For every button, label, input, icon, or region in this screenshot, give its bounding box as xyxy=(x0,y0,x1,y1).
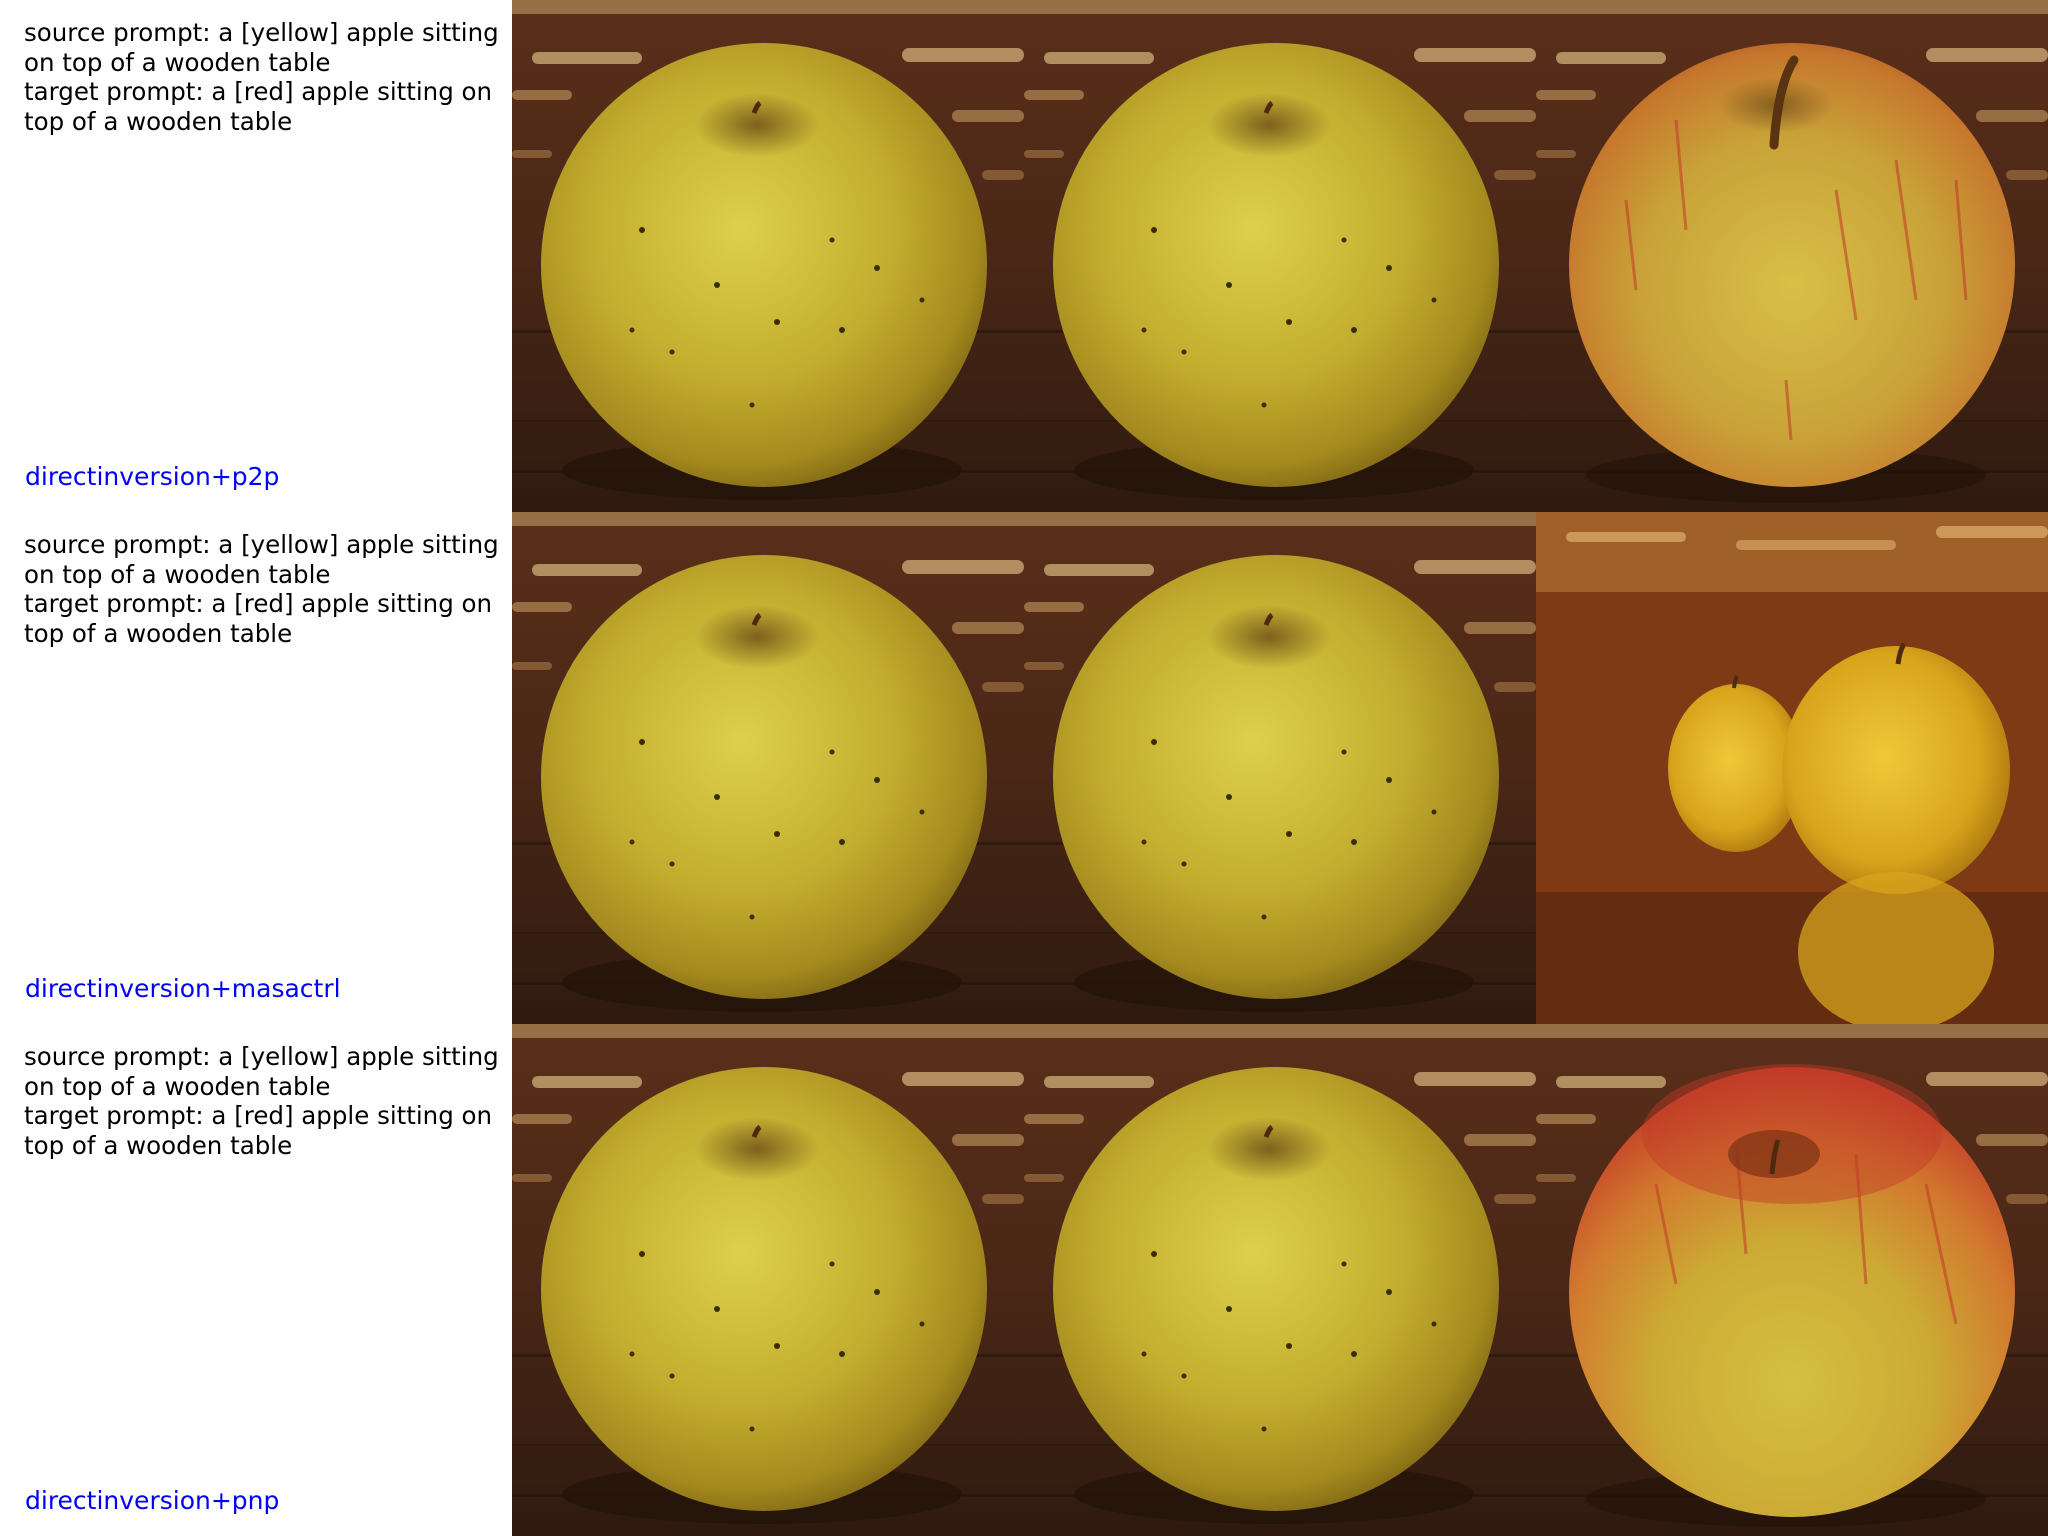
two-yellow-apples-photo xyxy=(1536,512,2048,1024)
row-label-panel: source prompt: a [yellow] apple sitting … xyxy=(0,1024,512,1536)
yellow-apple-photo xyxy=(512,1024,1024,1536)
edited-image-tile xyxy=(1536,0,2048,512)
red-apple-photo xyxy=(1536,1024,2048,1536)
source-prompt: source prompt: a [yellow] apple sitting … xyxy=(24,1042,499,1101)
row-label-panel: source prompt: a [yellow] apple sitting … xyxy=(0,0,512,512)
source-prompt: source prompt: a [yellow] apple sitting … xyxy=(24,18,499,77)
red-streaked-apple-photo xyxy=(1536,0,2048,512)
target-prompt: target prompt: a [red] apple sitting on … xyxy=(24,77,493,136)
source-image-tile xyxy=(512,512,1024,1024)
edited-image-tile xyxy=(1536,1024,2048,1536)
target-prompt: target prompt: a [red] apple sitting on … xyxy=(24,589,493,648)
method-label: directinversion+pnp xyxy=(25,1486,280,1515)
prompt-block: source prompt: a [yellow] apple sitting … xyxy=(24,18,514,136)
inverted-image-tile xyxy=(1024,512,1536,1024)
result-row-masactrl: source prompt: a [yellow] apple sitting … xyxy=(0,512,2048,1024)
yellow-apple-photo xyxy=(512,512,1024,1024)
prompt-block: source prompt: a [yellow] apple sitting … xyxy=(24,1042,514,1160)
edited-image-tile xyxy=(1536,512,2048,1024)
yellow-apple-photo xyxy=(512,0,1024,512)
result-row-p2p: source prompt: a [yellow] apple sitting … xyxy=(0,0,2048,512)
row-label-panel: source prompt: a [yellow] apple sitting … xyxy=(0,512,512,1024)
result-row-pnp: source prompt: a [yellow] apple sitting … xyxy=(0,1024,2048,1536)
source-prompt: source prompt: a [yellow] apple sitting … xyxy=(24,530,499,589)
yellow-apple-photo xyxy=(1024,512,1536,1024)
method-label: directinversion+p2p xyxy=(25,462,280,491)
target-prompt: target prompt: a [red] apple sitting on … xyxy=(24,1101,493,1160)
yellow-apple-photo xyxy=(1024,0,1536,512)
inverted-image-tile xyxy=(1024,0,1536,512)
prompt-block: source prompt: a [yellow] apple sitting … xyxy=(24,530,514,648)
source-image-tile xyxy=(512,0,1024,512)
inverted-image-tile xyxy=(1024,1024,1536,1536)
method-label: directinversion+masactrl xyxy=(25,974,341,1003)
yellow-apple-photo xyxy=(1024,1024,1536,1536)
comparison-grid: source prompt: a [yellow] apple sitting … xyxy=(0,0,2048,1536)
source-image-tile xyxy=(512,1024,1024,1536)
